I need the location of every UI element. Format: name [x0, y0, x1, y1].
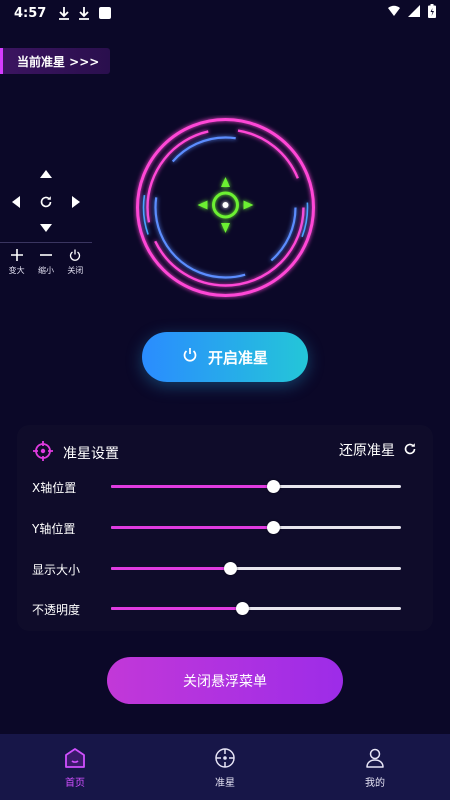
- close-floating-menu-label: 关闭悬浮菜单: [183, 673, 267, 690]
- start-crosshair-label: 开启准星: [207, 348, 268, 367]
- settings-header: 准星设置 还原准星: [17, 425, 433, 475]
- start-crosshair-button[interactable]: 开启准星: [142, 332, 308, 382]
- enlarge-label: 变大: [8, 266, 25, 275]
- opacity-slider[interactable]: [111, 602, 401, 615]
- slider-thumb[interactable]: [267, 521, 281, 534]
- nav-label-mine: 我的: [365, 777, 385, 789]
- x-position-slider-row: X轴位置: [17, 477, 433, 497]
- bottom-nav: 首页 准星 我的: [0, 734, 450, 800]
- close-label: 关闭: [67, 266, 84, 275]
- shrink-label: 缩小: [37, 266, 54, 275]
- close-floating-menu-button[interactable]: 关闭悬浮菜单: [107, 657, 343, 704]
- status-bar: 4:57: [0, 0, 450, 26]
- display-size-slider[interactable]: [111, 562, 401, 575]
- status-time: 4:57: [14, 5, 47, 21]
- slider-thumb[interactable]: [267, 480, 281, 493]
- y-position-slider-row: Y轴位置: [17, 518, 433, 538]
- slider-fill: [111, 526, 274, 529]
- x-position-label: X轴位置: [32, 481, 77, 495]
- slider-thumb[interactable]: [235, 602, 249, 615]
- crosshair-preview: [133, 115, 318, 300]
- display-size-label: 显示大小: [32, 563, 81, 577]
- signal-icon: [388, 5, 400, 21]
- current-crosshair-label: 当前准星 >>>: [17, 54, 100, 69]
- display-size-slider-row: 显示大小: [17, 559, 433, 579]
- nav-label-crosshair: 准星: [215, 777, 235, 789]
- y-position-label: Y轴位置: [32, 522, 76, 536]
- arrow-up-icon[interactable]: [38, 166, 54, 182]
- nav-item-home[interactable]: 首页: [0, 734, 150, 800]
- user-icon: [363, 746, 387, 770]
- crosshair-icon: [33, 441, 53, 461]
- slider-fill: [111, 485, 274, 488]
- nav-item-crosshair[interactable]: 准星: [150, 734, 300, 800]
- current-crosshair-tab[interactable]: 当前准星 >>>: [0, 48, 110, 74]
- reset-icon[interactable]: [38, 194, 54, 210]
- plus-icon: [10, 247, 23, 263]
- opacity-label: 不透明度: [32, 603, 81, 617]
- wifi-icon: [408, 5, 420, 21]
- notification-square-icon: [98, 6, 112, 20]
- size-controls: 变大 缩小 关闭: [0, 243, 92, 276]
- arrow-right-icon[interactable]: [68, 194, 84, 210]
- power-icon: [182, 347, 198, 367]
- settings-title: 准星设置: [63, 446, 119, 462]
- enlarge-button[interactable]: 变大: [3, 247, 31, 276]
- shrink-button[interactable]: 缩小: [32, 247, 60, 276]
- arrow-left-icon[interactable]: [8, 194, 24, 210]
- opacity-slider-row: 不透明度: [17, 599, 433, 619]
- restore-label: 还原准星: [339, 443, 395, 459]
- battery-icon: [428, 4, 436, 22]
- close-crosshair-button[interactable]: 关闭: [61, 247, 89, 276]
- crosshair-icon: [213, 746, 237, 770]
- download-icon: [58, 6, 70, 20]
- restore-crosshair-button[interactable]: 还原准星: [339, 440, 417, 460]
- nav-item-mine[interactable]: 我的: [300, 734, 450, 800]
- dpad: [0, 160, 92, 240]
- slider-fill: [111, 607, 242, 610]
- home-icon: [63, 746, 87, 770]
- x-position-slider[interactable]: [111, 480, 401, 493]
- arrow-down-icon[interactable]: [38, 220, 54, 236]
- side-controls: 变大 缩小 关闭: [0, 160, 92, 276]
- minus-icon: [39, 247, 52, 263]
- download-icon: [78, 6, 90, 20]
- slider-thumb[interactable]: [223, 562, 237, 575]
- power-icon: [69, 247, 81, 263]
- refresh-icon: [403, 441, 417, 460]
- y-position-slider[interactable]: [111, 521, 401, 534]
- crosshair-ring-graphic: [136, 118, 315, 297]
- crosshair-settings-card: 准星设置 还原准星 X轴位置 Y轴位置 显示大小 不透明度: [17, 425, 433, 631]
- nav-label-home: 首页: [65, 777, 85, 789]
- slider-fill: [111, 567, 230, 570]
